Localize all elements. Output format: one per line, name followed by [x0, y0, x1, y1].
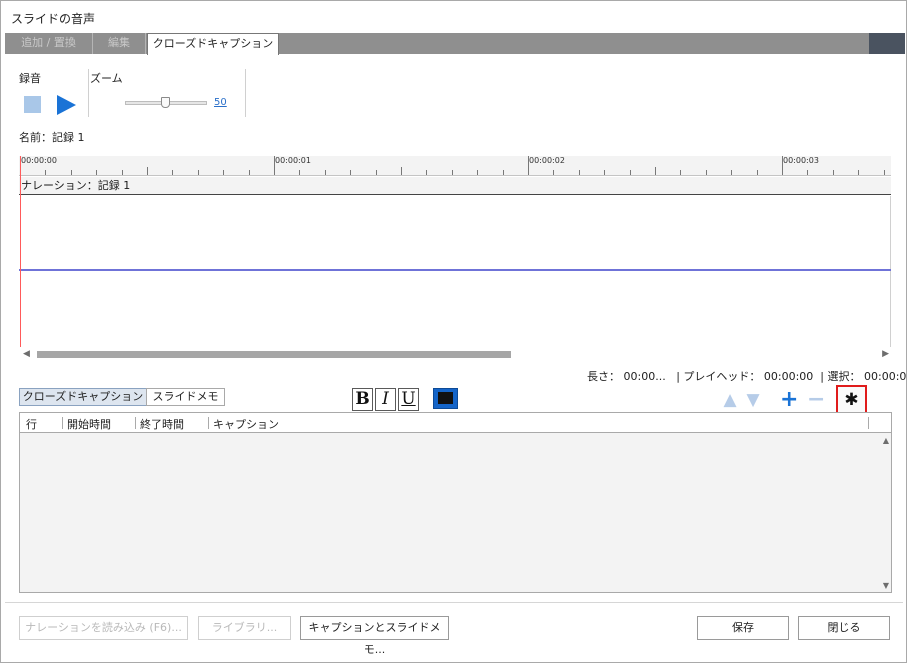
- ruler-tick: [249, 170, 250, 175]
- ruler-tick: [884, 170, 885, 175]
- text-color-button[interactable]: [433, 388, 458, 409]
- ruler-tick: [553, 170, 554, 175]
- ruler-tick: [96, 170, 97, 175]
- ruler-tick: [426, 170, 427, 175]
- ruler-tick: [299, 170, 300, 175]
- column-header-start[interactable]: 開始時間: [67, 416, 111, 432]
- tab-closed-caption[interactable]: クローズドキャプション: [147, 33, 279, 55]
- plus-icon[interactable]: +: [780, 389, 798, 411]
- narration-track-label: ナレーション：記録 1: [19, 177, 891, 195]
- column-separator[interactable]: [62, 417, 63, 429]
- scroll-thumb[interactable]: [37, 351, 511, 358]
- ruler-tick: [401, 167, 402, 175]
- scroll-down-icon[interactable]: ▼: [883, 581, 889, 590]
- tab-add-replace[interactable]: 追加 / 置換: [5, 33, 93, 54]
- divider: [245, 69, 246, 117]
- slide-audio-dialog: スライドの音声 追加 / 置換 編集 クローズドキャプション 録音 ズーム 50…: [0, 0, 907, 663]
- minus-icon[interactable]: −: [807, 389, 825, 411]
- arrow-down-icon[interactable]: ▼: [744, 391, 762, 409]
- zoom-slider-thumb[interactable]: [161, 97, 170, 108]
- length-status: 長さ： 00:00...: [587, 370, 666, 383]
- ruler-tick: [858, 170, 859, 175]
- caption-table[interactable]: 行 開始時間 終了時間 キャプション ▲ ▼: [19, 412, 892, 593]
- ruler-tick: [528, 156, 529, 175]
- tab-edit[interactable]: 編集: [93, 33, 146, 54]
- timeline-ruler[interactable]: 00:00:00 00:00:01 00:00:02 00:00:03: [19, 156, 891, 176]
- stop-button[interactable]: [24, 96, 41, 113]
- underline-button[interactable]: U: [398, 388, 419, 411]
- ruler-tick: [477, 170, 478, 175]
- recording-name: 名前：記録 1: [19, 131, 85, 144]
- ruler-tick: [198, 170, 199, 175]
- ruler-tick: [452, 170, 453, 175]
- window-title: スライドの音声: [11, 12, 96, 26]
- column-header-row[interactable]: 行: [26, 416, 37, 432]
- library-button[interactable]: ライブラリ...: [198, 616, 291, 640]
- column-separator[interactable]: [868, 417, 869, 429]
- ruler-label: 00:00:02: [529, 156, 565, 165]
- zoom-value[interactable]: 50: [214, 97, 227, 108]
- column-header-end[interactable]: 終了時間: [140, 416, 184, 432]
- close-button[interactable]: 閉じる: [798, 616, 890, 640]
- ruler-tick: [579, 170, 580, 175]
- import-narration-button[interactable]: ナレーションを読み込み (F6)...: [19, 616, 188, 640]
- play-button[interactable]: [57, 95, 76, 115]
- ruler-tick: [122, 170, 123, 175]
- color-swatch: [438, 392, 453, 404]
- ruler-tick: [680, 170, 681, 175]
- ruler-tick: [223, 170, 224, 175]
- ruler-tick: [731, 170, 732, 175]
- ruler-label: 00:00:01: [275, 156, 311, 165]
- ruler-tick: [757, 170, 758, 175]
- tab-bar: 追加 / 置換 編集 クローズドキャプション: [5, 33, 905, 55]
- scroll-right-icon[interactable]: ▶: [882, 349, 889, 359]
- subtab-closed-caption[interactable]: クローズドキャプション: [19, 388, 147, 406]
- ruler-tick: [350, 170, 351, 175]
- ruler-tick: [376, 170, 377, 175]
- ruler-tick: [45, 170, 46, 175]
- audio-waveform[interactable]: [19, 196, 891, 347]
- ruler-tick: [807, 170, 808, 175]
- waveform-line: [19, 269, 891, 271]
- column-separator[interactable]: [135, 417, 136, 429]
- ruler-tick: [325, 170, 326, 175]
- italic-button[interactable]: I: [375, 388, 396, 411]
- tab-bar-end: [869, 33, 905, 54]
- arrow-up-icon[interactable]: ▲: [721, 391, 739, 409]
- zoom-label: ズーム: [90, 72, 123, 85]
- ruler-tick: [655, 167, 656, 175]
- divider: [88, 69, 89, 117]
- column-separator[interactable]: [208, 417, 209, 429]
- captions-and-notes-button[interactable]: キャプションとスライドメモ...: [300, 616, 449, 656]
- record-label: 録音: [19, 72, 41, 85]
- caption-table-header: 行 開始時間 終了時間 キャプション: [20, 413, 891, 433]
- ruler-tick: [503, 170, 504, 175]
- playhead-status: | プレイヘッド： 00:00:00: [676, 370, 814, 383]
- horizontal-scrollbar[interactable]: ◀ ▶: [19, 348, 891, 361]
- footer-divider: [5, 602, 903, 603]
- ruler-label: 00:00:00: [21, 156, 57, 165]
- subtab-slide-notes[interactable]: スライドメモ: [146, 388, 225, 406]
- save-button[interactable]: 保存: [697, 616, 789, 640]
- selection-status: | 選択： 00:00:00: [820, 370, 907, 383]
- status-line: 長さ： 00:00... | プレイヘッド： 00:00:00 | 選択： 00…: [587, 368, 907, 384]
- ruler-tick: [630, 170, 631, 175]
- ruler-tick: [782, 156, 783, 175]
- column-header-caption[interactable]: キャプション: [213, 416, 279, 432]
- scroll-left-icon[interactable]: ◀: [23, 349, 30, 359]
- bold-button[interactable]: B: [352, 388, 373, 411]
- scroll-up-icon[interactable]: ▲: [883, 436, 889, 445]
- ruler-tick: [833, 170, 834, 175]
- ruler-tick: [274, 156, 275, 175]
- ruler-tick: [172, 170, 173, 175]
- ruler-tick: [604, 170, 605, 175]
- ruler-tick: [147, 167, 148, 175]
- ruler-tick: [71, 170, 72, 175]
- gear-icon[interactable]: ✱: [836, 385, 867, 415]
- ruler-label: 00:00:03: [783, 156, 819, 165]
- ruler-tick: [706, 170, 707, 175]
- playhead-marker[interactable]: [20, 156, 21, 347]
